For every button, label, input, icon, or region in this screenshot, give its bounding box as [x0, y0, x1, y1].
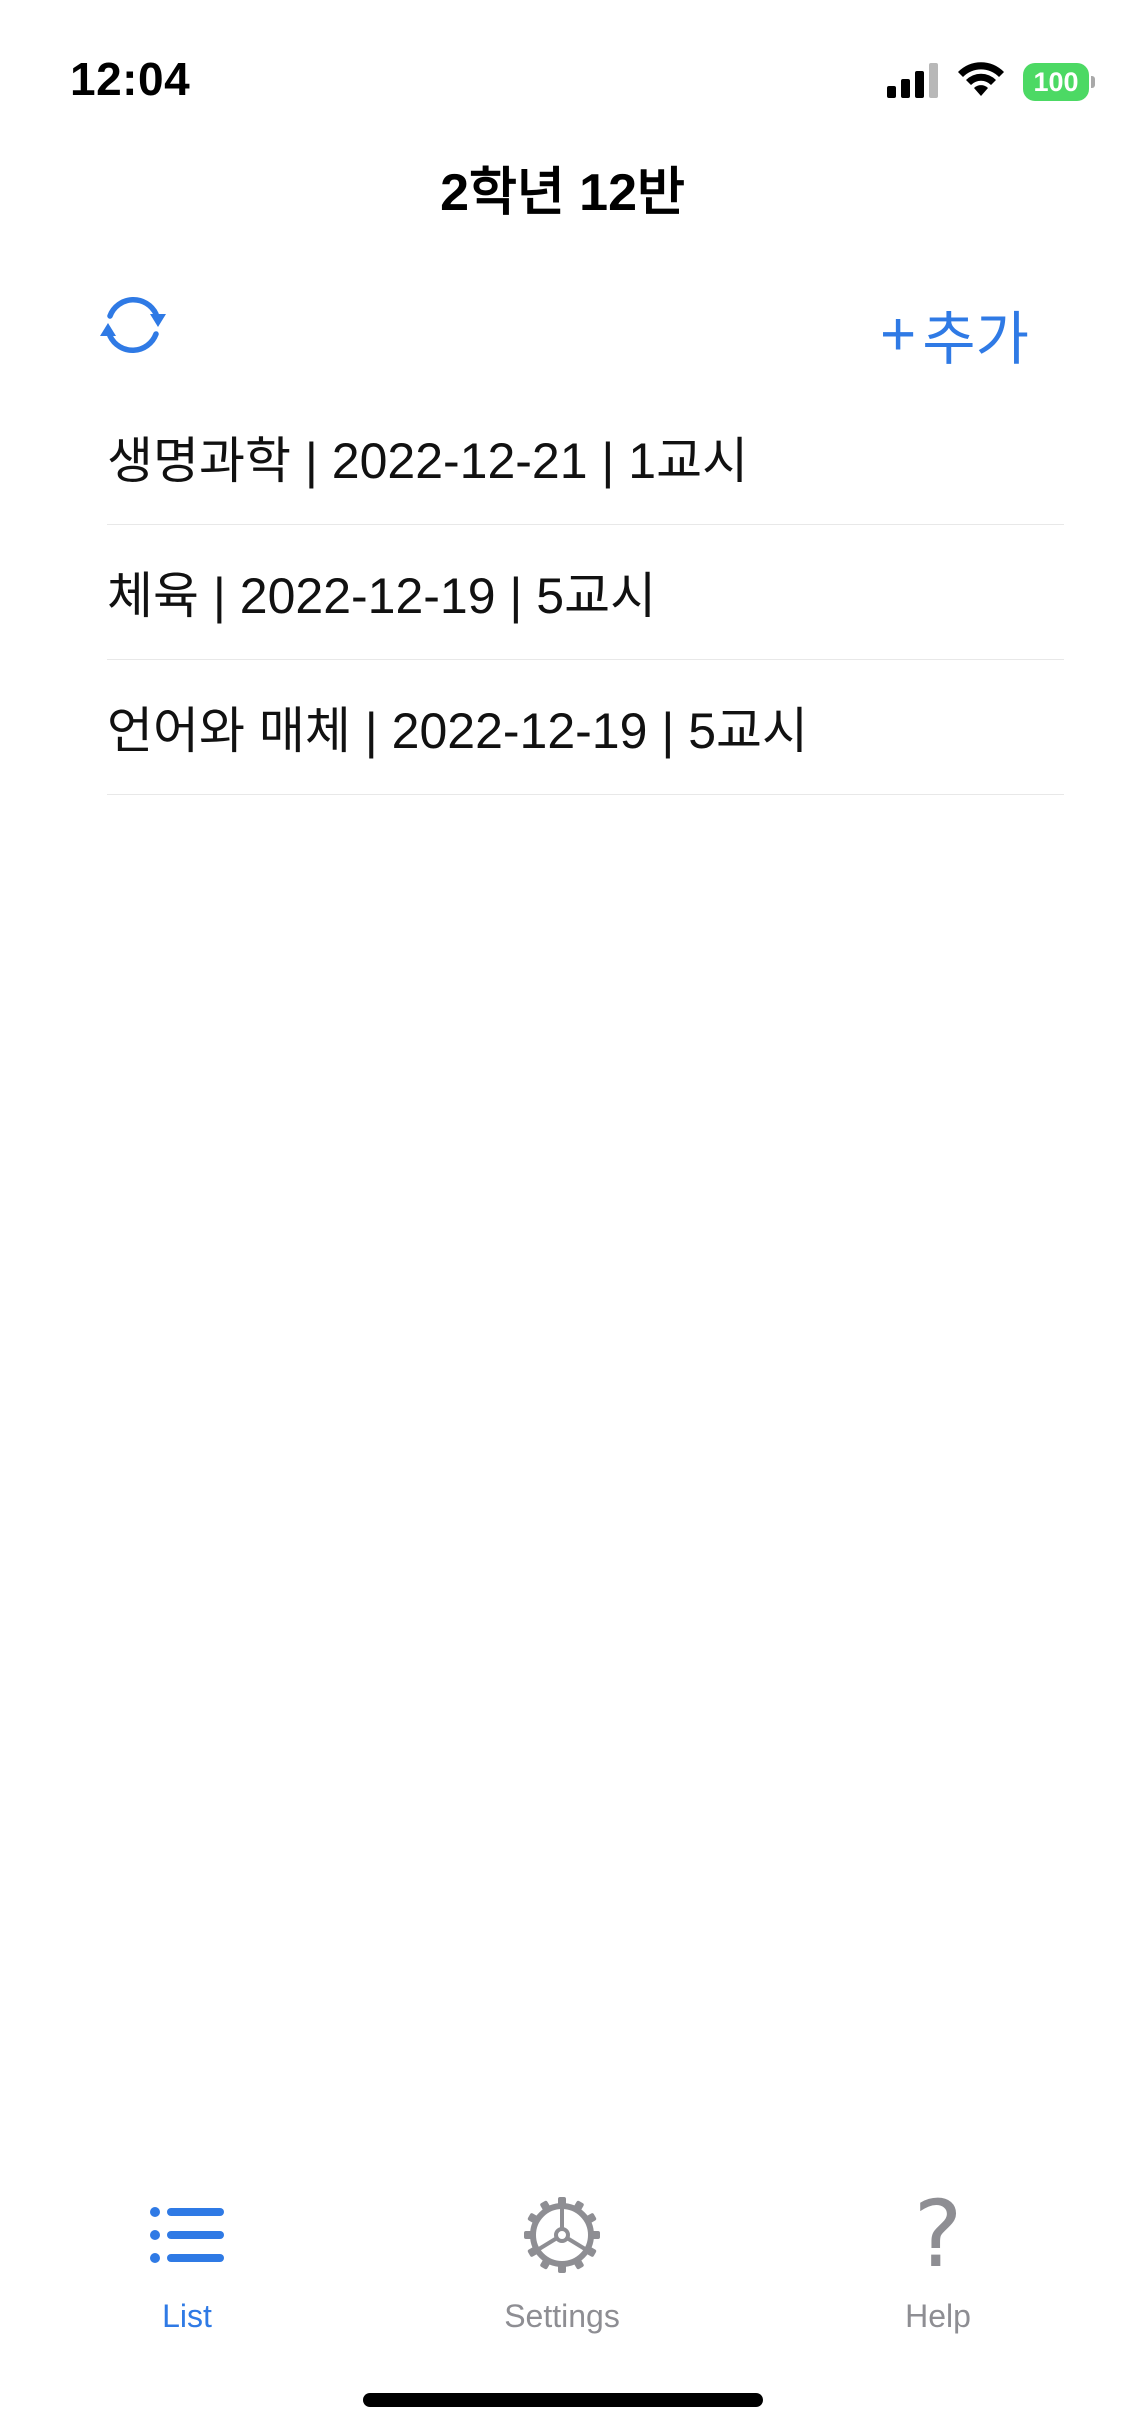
- tab-bar: List Settings ? Help: [0, 2181, 1125, 2350]
- list-icon: [142, 2190, 232, 2280]
- status-time: 12:04: [70, 53, 191, 105]
- gear-icon: [517, 2190, 607, 2280]
- tab-settings-label: Settings: [504, 2298, 620, 2334]
- tab-list[interactable]: List: [87, 2190, 287, 2335]
- refresh-icon: [92, 284, 174, 371]
- add-button[interactable]: + 추가: [880, 292, 1029, 376]
- status-indicators: 100: [887, 60, 1095, 104]
- tab-list-label: List: [162, 2298, 212, 2334]
- add-button-label: 추가: [922, 307, 1029, 372]
- battery-level: 100: [1033, 66, 1079, 97]
- plus-icon: +: [880, 299, 917, 369]
- tab-help[interactable]: ? Help: [838, 2181, 1038, 2335]
- schedule-list: 생명과학 | 2022-12-21 | 1교시 체육 | 2022-12-19 …: [107, 390, 1064, 795]
- cellular-signal-icon: [887, 62, 939, 103]
- list-item[interactable]: 생명과학 | 2022-12-21 | 1교시: [107, 390, 1064, 525]
- tab-settings[interactable]: Settings: [462, 2190, 662, 2335]
- list-item-label: 언어와 매체 | 2022-12-19 | 5교시: [107, 703, 809, 759]
- question-mark-icon: ?: [913, 2181, 963, 2288]
- wifi-icon: [957, 61, 1005, 103]
- list-item[interactable]: 언어와 매체 | 2022-12-19 | 5교시: [107, 660, 1064, 795]
- list-item-label: 체육 | 2022-12-19 | 5교시: [107, 568, 657, 624]
- status-bar: 12:04 100: [0, 0, 1125, 150]
- refresh-button[interactable]: [88, 282, 178, 372]
- list-item[interactable]: 체육 | 2022-12-19 | 5교시: [107, 525, 1064, 660]
- battery-indicator: 100: [1023, 63, 1095, 101]
- home-indicator: [363, 2393, 763, 2407]
- tab-help-label: Help: [905, 2298, 971, 2334]
- list-item-label: 생명과학 | 2022-12-21 | 1교시: [107, 433, 749, 489]
- page-title: 2학년 12반: [440, 164, 685, 222]
